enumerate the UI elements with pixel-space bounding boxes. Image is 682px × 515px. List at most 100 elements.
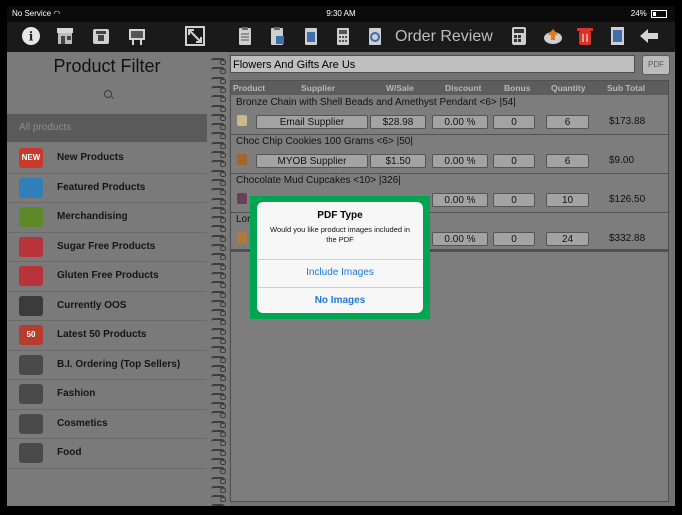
all-products-item[interactable]: All products [7,114,207,142]
category-list: NEW New Products Featured Products Merchand… [7,144,207,469]
supplier-name-field[interactable]: Flowers And Gifts Are Us [230,55,635,73]
speedometer-icon [19,295,43,316]
info-icon[interactable]: i [19,25,43,49]
spiral-ring [211,104,226,113]
calculator-icon[interactable] [331,25,355,49]
battery-percent: 24% [630,9,647,18]
bonus-field[interactable]: 0 [493,154,535,168]
clipboard-list-icon[interactable] [299,25,323,49]
subtotal-value: $332.88 [609,233,646,244]
product-thumbnail [237,115,247,126]
column-header: Sub Total [607,83,646,93]
column-header: Bonus [504,83,531,93]
quantity-field[interactable]: 24 [546,232,589,246]
no-images-button[interactable]: No Images [257,288,423,313]
clipboard-icon[interactable] [233,25,257,49]
box-icon [19,443,43,463]
spiral-ring [211,476,226,485]
category-item[interactable]: Merchandising [7,203,207,233]
category-label: New Products [57,152,124,163]
back-arrow-icon[interactable] [637,25,661,49]
battery-icon [651,9,667,18]
clock: 9:30 AM [326,9,356,18]
product-name: Chocolate Mud Cupcakes <10> |326| [236,175,401,186]
spiral-ring [211,374,226,382]
category-item[interactable]: Fashion [7,380,207,410]
product-filter-title: Product Filter [53,56,161,76]
spiral-ring [211,141,226,150]
table-row[interactable]: Bronze Chain with Shell Beads and Amethy… [231,95,668,135]
spiral-ring [211,132,226,140]
category-item[interactable]: Food [7,439,207,469]
store-icon[interactable] [53,25,77,49]
delivery-icon[interactable] [89,25,113,49]
spiral-ring [211,504,225,506]
category-label: Cosmetics [57,417,108,429]
discount-field[interactable]: 0.00 % [432,115,488,129]
product-name: Choc Chip Cookies 100 Grams <6> |50| [236,136,413,147]
category-label: Gluten Free Products [57,270,159,281]
wsale-field[interactable]: $28.98 [370,115,426,129]
supplier-field[interactable]: MYOB Supplier [256,154,368,168]
product-search-bar[interactable] [7,86,207,108]
category-label: Latest 50 Products [57,329,147,340]
category-item[interactable]: Cosmetics [7,410,207,439]
discount-field[interactable]: 0.00 % [432,154,488,168]
include-images-button[interactable]: Include Images [257,260,423,286]
category-item[interactable]: NEW New Products [7,144,207,174]
quantity-field[interactable]: 6 [546,115,589,129]
category-item[interactable]: 50 Latest 50 Products [7,321,207,351]
spiral-ring [211,337,226,345]
bar-chart-icon [19,354,43,375]
spiral-ring [211,151,226,159]
category-item[interactable]: B.I. Ordering (Top Sellers) [7,351,207,380]
discount-field[interactable]: 0.00 % [432,193,488,207]
product-thumbnail [237,232,247,243]
spiral-ring [211,178,226,187]
bonus-field[interactable]: 0 [493,232,535,246]
subtotal-value: $173.88 [609,116,646,127]
resize-icon[interactable] [183,25,207,49]
subtotal-value: $126.50 [609,194,646,205]
trash-icon[interactable] [573,25,597,49]
column-header: Supplier [301,83,336,93]
clipboard-refresh-icon[interactable] [363,25,387,49]
svg-text:i: i [29,30,34,44]
pdf-type-dialog: PDF Type Would you like product images i… [257,202,423,313]
box-icon [19,384,43,404]
spiral-ring [211,495,226,503]
presentation-icon[interactable] [125,25,149,49]
product-thumbnail [237,154,247,165]
spiral-ring [211,244,226,252]
spiral-ring [211,169,226,178]
spiral-ring [211,271,226,280]
category-item[interactable]: Gluten Free Products [7,262,207,292]
pdf-button[interactable]: PDF [642,55,670,75]
spiral-ring [211,383,226,392]
supplier-field[interactable]: Email Supplier [256,115,368,129]
clipboard-check-icon[interactable] [265,25,289,49]
document-icon[interactable] [605,25,629,49]
category-item[interactable]: Currently OOS [7,292,207,321]
pin-icon [19,236,43,257]
bonus-field[interactable]: 0 [493,193,535,207]
pin-icon [19,266,43,286]
cloud-upload-icon[interactable] [541,25,565,49]
category-item[interactable]: Sugar Free Products [7,233,207,262]
calculator-dark-icon[interactable] [507,25,531,49]
spiral-ring [211,188,226,196]
category-item[interactable]: Featured Products [7,174,207,203]
all-products-label: All products [19,122,72,133]
table-row[interactable]: Choc Chip Cookies 100 Grams <6> |50| MYOB… [231,134,668,174]
bonus-field[interactable]: 0 [493,115,535,129]
wsale-field[interactable]: $1.50 [370,154,426,168]
search-icon [104,90,112,98]
quantity-field[interactable]: 10 [546,193,589,207]
spiral-ring [211,58,226,66]
discount-field[interactable]: 0.00 % [432,232,488,246]
quantity-field[interactable]: 6 [546,154,589,168]
spiral-ring [211,95,226,103]
spiral-ring [211,225,226,233]
spiral-ring [211,262,226,271]
spiral-ring [211,290,226,299]
